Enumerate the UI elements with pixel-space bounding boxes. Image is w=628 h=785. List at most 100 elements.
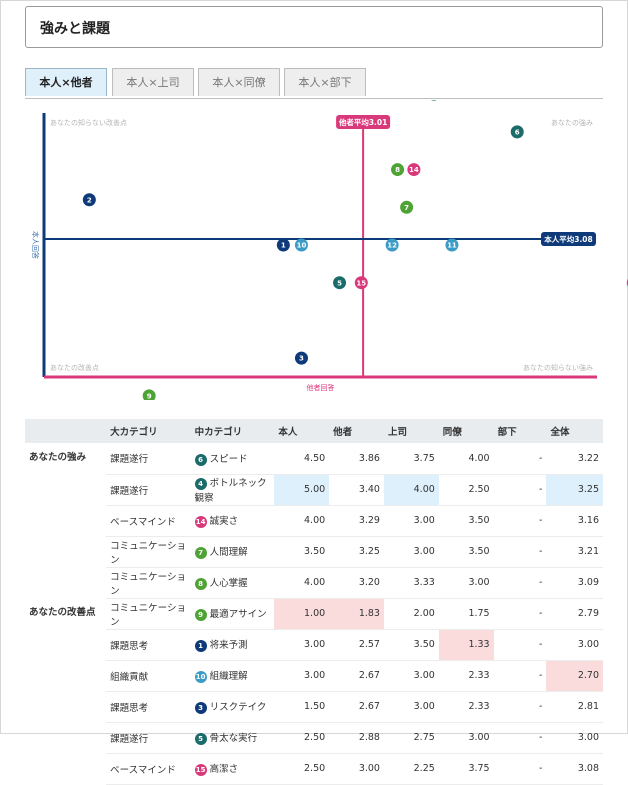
minor-category-cell: 15 高潔さ bbox=[190, 753, 275, 785]
major-category-cell: コミュニケーション bbox=[106, 567, 191, 599]
scatter-point-label-9: 9 bbox=[147, 392, 152, 400]
table-row: 課題思考 3 リスクテイク 1.50 2.67 3.00 2.33-2.81 bbox=[25, 691, 603, 723]
scatter-point-label-14: 14 bbox=[409, 166, 419, 174]
score-cell: 2.33 bbox=[438, 691, 494, 723]
column-header: 上司 bbox=[383, 419, 439, 443]
score-cell: - bbox=[493, 722, 547, 754]
row-group-label: あなたの強み bbox=[29, 452, 87, 463]
scatter-point-label-6: 6 bbox=[515, 128, 520, 136]
minor-category-label: 高潔さ bbox=[209, 764, 239, 776]
score-cell: 1.33 bbox=[438, 629, 494, 661]
quadrant-label-top-left: あなたの知らない改善点 bbox=[50, 118, 127, 127]
score-cell: 1.75 bbox=[438, 598, 494, 630]
score-cell: 3.75 bbox=[383, 443, 439, 475]
score-cell: 4.00 bbox=[274, 505, 330, 537]
category-number-badge: 15 bbox=[194, 763, 207, 776]
tab-self-vs-boss[interactable]: 本人×上司 bbox=[112, 68, 194, 96]
minor-category-cell: 4 ボトルネック観察 bbox=[190, 474, 275, 506]
tab-self-vs-peers[interactable]: 本人×同僚 bbox=[198, 68, 280, 96]
score-cell: 3.22 bbox=[546, 443, 603, 475]
score-cell: 2.50 bbox=[274, 722, 330, 754]
table-row: 課題遂行 4 ボトルネック観察 5.00 3.40 4.00 2.50-3.25 bbox=[25, 474, 603, 506]
score-cell: 2.33 bbox=[438, 660, 494, 692]
score-cell: 3.00 bbox=[546, 629, 603, 661]
score-cell: 3.25 bbox=[329, 536, 384, 568]
score-cell: - bbox=[493, 691, 547, 723]
minor-category-label: 骨太な実行 bbox=[209, 733, 258, 745]
score-cell: 5.00 bbox=[274, 474, 330, 506]
major-category-cell: 課題思考 bbox=[106, 629, 191, 661]
score-cell: 3.75 bbox=[438, 753, 494, 785]
scatter-point-label-11: 11 bbox=[447, 242, 457, 250]
minor-category-cell: 9 最適アサイン bbox=[190, 598, 275, 630]
x-axis-label: 他者回答 bbox=[307, 383, 335, 392]
y-average-label: 本人平均3.08 bbox=[543, 234, 593, 244]
scatter-point-label-7: 7 bbox=[404, 204, 409, 212]
score-cell: 3.00 bbox=[383, 536, 439, 568]
major-category-cell: 課題遂行 bbox=[106, 474, 191, 506]
minor-category-label: 将来予測 bbox=[209, 640, 248, 652]
category-number-badge: 8 bbox=[194, 577, 207, 590]
minor-category-cell: 8 人心掌握 bbox=[190, 567, 275, 599]
tab-self-vs-others[interactable]: 本人×他者 bbox=[25, 68, 107, 96]
score-cell: 3.50 bbox=[383, 629, 439, 661]
column-header: 全体 bbox=[546, 419, 603, 443]
score-cell: 2.81 bbox=[546, 691, 603, 723]
score-cell: 3.00 bbox=[383, 691, 439, 723]
minor-category-label: 組織理解 bbox=[209, 671, 248, 683]
quadrant-label-bottom-right: あなたの知らない強み bbox=[523, 363, 593, 372]
y-axis-label: 本人回答 bbox=[31, 231, 40, 259]
minor-category-cell: 7 人間理解 bbox=[190, 536, 275, 568]
page-title: 強みと課題 bbox=[40, 21, 110, 37]
score-cell: 3.09 bbox=[546, 567, 603, 599]
tab-self-vs-subordinates[interactable]: 本人×部下 bbox=[284, 68, 366, 96]
column-header: 部下 bbox=[493, 419, 547, 443]
minor-category-label: 誠実さ bbox=[209, 516, 239, 528]
major-category-cell: ベースマインド bbox=[106, 505, 191, 537]
score-cell: - bbox=[493, 753, 547, 785]
category-number-badge: 5 bbox=[194, 732, 207, 745]
row-group-label bbox=[25, 629, 106, 660]
score-cell: 3.20 bbox=[329, 567, 384, 599]
score-cell: 3.00 bbox=[274, 660, 330, 692]
row-group-label bbox=[25, 691, 106, 722]
minor-category-label: 最適アサイン bbox=[209, 609, 267, 621]
score-cell: 2.67 bbox=[329, 691, 384, 723]
scatter-point-4 bbox=[431, 100, 437, 101]
scatter-point-label-2: 2 bbox=[87, 196, 92, 204]
row-group-label bbox=[25, 722, 106, 753]
quadrant-chart: あなたの知らない改善点 あなたの強みあなたの改善点 あなたの知らない強み 他者平均3.… bbox=[31, 100, 628, 400]
score-cell: 3.40 bbox=[329, 474, 384, 506]
column-header: 大カテゴリ bbox=[106, 419, 191, 443]
category-number-badge: 6 bbox=[194, 453, 207, 466]
minor-category-cell: 1 将来予測 bbox=[190, 629, 275, 661]
score-cell: 1.83 bbox=[329, 598, 384, 630]
score-cell: 3.16 bbox=[546, 505, 603, 537]
table-row: 課題遂行 5 骨太な実行 2.50 2.88 2.75 3.00-3.00 bbox=[25, 722, 603, 754]
score-cell: 3.00 bbox=[329, 753, 384, 785]
score-cell: 3.86 bbox=[329, 443, 384, 475]
major-category-cell: コミュニケーション bbox=[106, 536, 191, 568]
score-cell: 3.00 bbox=[438, 722, 494, 754]
quadrant-label-top-right: あなたの強み bbox=[551, 119, 593, 127]
score-cell: 2.75 bbox=[383, 722, 439, 754]
score-cell: 3.50 bbox=[274, 536, 330, 568]
minor-category-label: 人間理解 bbox=[209, 547, 248, 559]
score-cell: - bbox=[493, 629, 547, 661]
table-row: 課題思考 1 将来予測 3.00 2.57 3.50 1.33-3.00 bbox=[25, 629, 603, 661]
score-cell: - bbox=[493, 443, 547, 475]
score-cell: 2.67 bbox=[329, 660, 384, 692]
score-cell: 2.25 bbox=[383, 753, 439, 785]
score-cell: - bbox=[493, 505, 547, 537]
score-cell: 3.00 bbox=[383, 505, 439, 537]
category-number-badge: 14 bbox=[194, 515, 207, 528]
score-cell: - bbox=[493, 598, 547, 630]
minor-category-cell: 3 リスクテイク bbox=[190, 691, 275, 723]
score-cell: 3.50 bbox=[438, 505, 494, 537]
score-cell: 4.00 bbox=[274, 567, 330, 599]
row-group-label: あなたの改善点 bbox=[29, 607, 96, 618]
major-category-cell: ベースマインド bbox=[106, 753, 191, 785]
category-number-badge: 1 bbox=[194, 639, 207, 652]
quadrant-label-bottom-left: あなたの改善点 bbox=[50, 363, 99, 372]
table-row: コミュニケーション 8 人心掌握 4.00 3.20 3.33 3.00-3.09 bbox=[25, 567, 603, 599]
